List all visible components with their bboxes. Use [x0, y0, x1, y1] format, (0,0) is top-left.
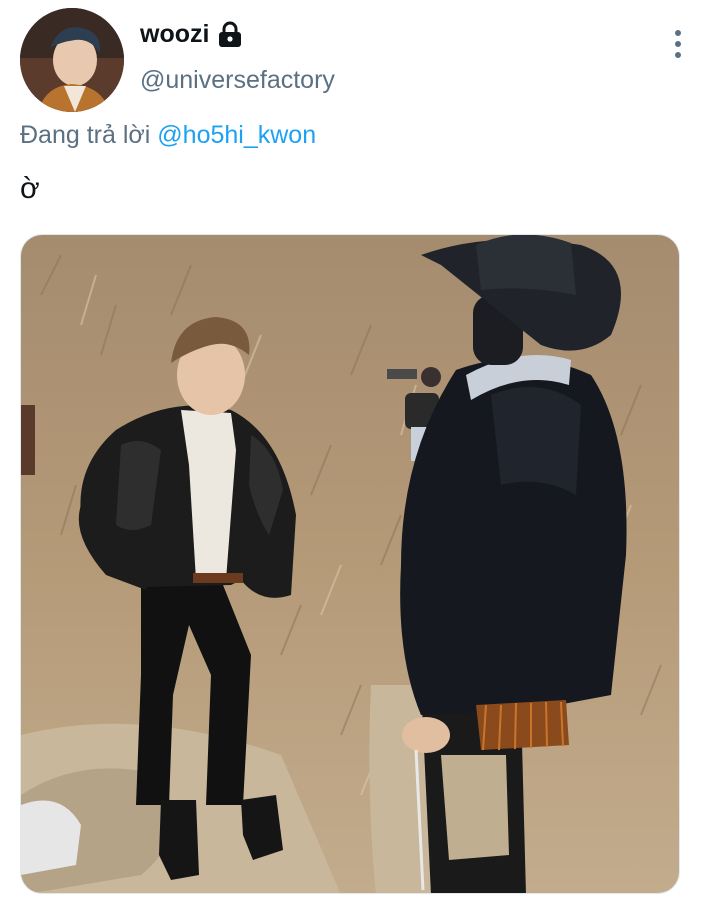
tweet-text: ờ: [20, 172, 40, 205]
more-vertical-icon: [675, 30, 681, 36]
user-handle[interactable]: @universefactory: [140, 66, 335, 95]
display-name-text: woozi: [140, 20, 210, 48]
tweet-media-photo[interactable]: [20, 234, 680, 894]
reply-prefix: Đang trả lời: [20, 121, 151, 149]
more-options-button[interactable]: [664, 24, 692, 64]
photo: [21, 235, 679, 893]
replying-to-line: Đang trả lời @ho5hi_kwon: [20, 121, 316, 150]
display-name[interactable]: woozi: [140, 20, 243, 49]
reply-mention-link[interactable]: @ho5hi_kwon: [157, 121, 316, 149]
lock-icon: [217, 21, 243, 49]
avatar[interactable]: [20, 8, 124, 112]
avatar-image: [20, 8, 124, 112]
